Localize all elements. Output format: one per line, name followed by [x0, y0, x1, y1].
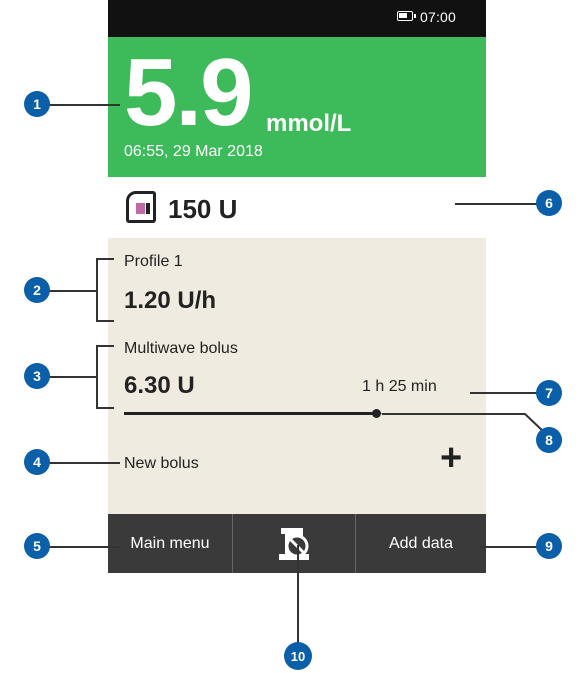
callout-line-8: [382, 413, 546, 434]
callout-badge-5: 5: [24, 533, 50, 559]
callout-badge-6: 6: [536, 190, 562, 216]
callout-badge-4: 4: [24, 449, 50, 475]
callout-badge-3: 3: [24, 363, 50, 389]
callout-badge-1: 1: [24, 91, 50, 117]
callout-badge-7: 7: [536, 380, 562, 406]
callout-line-10: [297, 545, 299, 645]
callout-badge-2: 2: [24, 277, 50, 303]
callout-badge-8: 8: [536, 427, 562, 453]
callout-badge-9: 9: [536, 533, 562, 559]
callout-badge-10: 10: [284, 642, 312, 670]
